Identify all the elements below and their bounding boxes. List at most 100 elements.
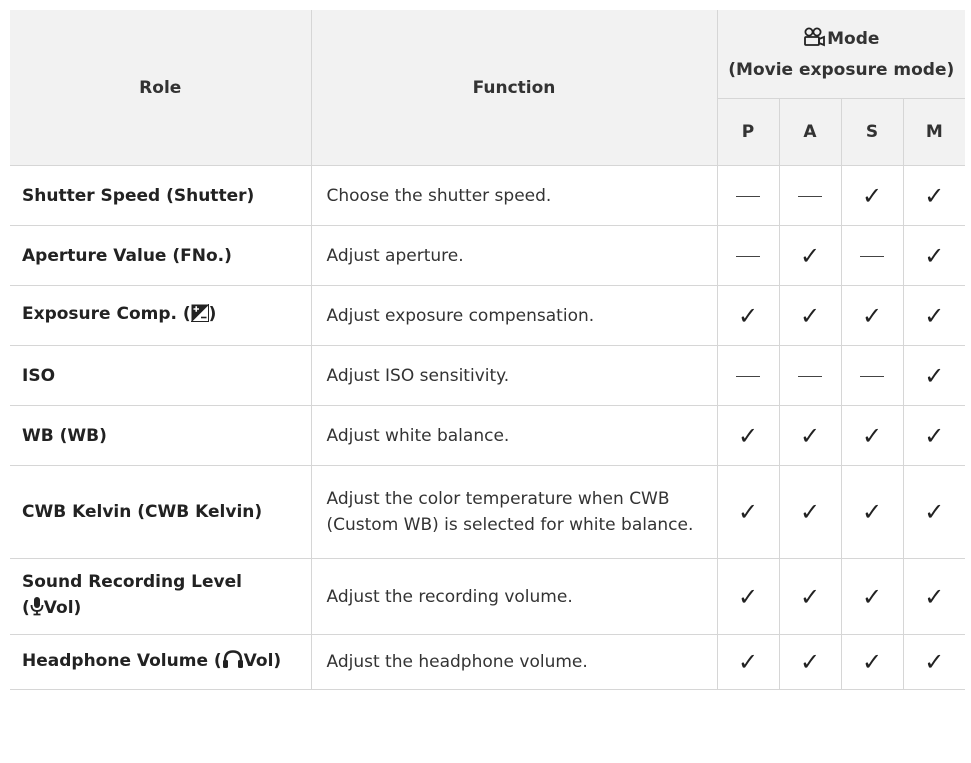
dash-mark: [736, 256, 760, 257]
mode-p-cell: [717, 225, 780, 286]
mode-group-header: Mode (Movie exposure mode): [717, 10, 966, 99]
mode-s-cell: ✓: [841, 465, 904, 559]
check-mark: ✓: [737, 498, 759, 526]
dash-mark: [798, 196, 822, 197]
dash-mark: [736, 376, 760, 377]
function-column-header: Function: [311, 10, 718, 166]
table-row: Exposure Comp. ( ) Adjust exposure compe…: [10, 285, 966, 346]
check-mark: ✓: [737, 582, 759, 611]
mode-p-cell: [717, 165, 780, 226]
function-cell: Adjust the recording volume.: [311, 558, 718, 635]
mode-p-header: P: [717, 98, 780, 166]
mode-p-cell: ✓: [717, 405, 780, 466]
role-text: Vol): [43, 598, 82, 618]
mode-m-cell: ✓: [903, 405, 966, 466]
check-mark: ✓: [799, 301, 821, 330]
role-text: ): [208, 304, 217, 324]
mode-p-cell: ✓: [717, 558, 780, 635]
mode-a-cell: ✓: [779, 405, 842, 466]
mode-s-cell: ✓: [841, 165, 904, 226]
table-row: Aperture Value (FNo.) Adjust aperture. ✓…: [10, 225, 966, 286]
function-cell: Adjust aperture.: [311, 225, 718, 286]
role-column-header: Role: [10, 10, 312, 166]
mode-m-cell: ✓: [903, 165, 966, 226]
mode-m-cell: ✓: [903, 225, 966, 286]
check-mark: ✓: [799, 421, 821, 450]
mode-m-cell: ✓: [903, 465, 966, 559]
mode-s-cell: ✓: [841, 285, 904, 346]
table-row: Headphone Volume ( Vol) Adjust the headp…: [10, 634, 966, 690]
role-cell: CWB Kelvin (CWB Kelvin): [10, 465, 312, 559]
check-mark: ✓: [861, 421, 883, 450]
mode-a-cell: ✓: [779, 225, 842, 286]
mode-header-subtitle: (Movie exposure mode): [728, 59, 955, 80]
role-cell: Shutter Speed (Shutter): [10, 165, 312, 226]
role-cell: ISO: [10, 345, 312, 406]
mode-a-cell: ✓: [779, 285, 842, 346]
mode-m-cell: ✓: [903, 285, 966, 346]
check-mark: ✓: [799, 241, 821, 270]
role-cell: Headphone Volume ( Vol): [10, 634, 312, 690]
role-cell: Sound Recording Level ( Vol): [10, 558, 312, 635]
mode-m-header: M: [903, 98, 966, 166]
mode-p-cell: ✓: [717, 634, 780, 690]
check-mark: ✓: [861, 181, 883, 210]
check-mark: ✓: [924, 648, 945, 676]
function-cell: Adjust the headphone volume.: [311, 634, 718, 690]
function-cell: Adjust white balance.: [311, 405, 718, 466]
table-row: ISO Adjust ISO sensitivity. ✓: [10, 345, 966, 406]
role-function-table: Role Function Mode (Movie exposure mode): [10, 10, 966, 690]
role-cell: Exposure Comp. ( ): [10, 285, 312, 346]
function-cell: Adjust ISO sensitivity.: [311, 345, 718, 406]
mode-m-cell: ✓: [903, 634, 966, 690]
role-text: (: [22, 598, 30, 618]
mode-m-cell: ✓: [903, 345, 966, 406]
check-mark: ✓: [924, 301, 945, 330]
dash-mark: [736, 196, 760, 197]
exposure-compensation-icon: [189, 303, 209, 330]
dash-mark: [798, 376, 822, 377]
check-mark: ✓: [924, 241, 945, 270]
mode-a-cell: ✓: [779, 465, 842, 559]
mode-p-cell: ✓: [717, 285, 780, 346]
mode-s-cell: ✓: [841, 405, 904, 466]
movie-camera-icon: [803, 27, 826, 56]
table-row: WB (WB) Adjust white balance. ✓ ✓ ✓ ✓: [10, 405, 966, 466]
role-cell: WB (WB): [10, 405, 312, 466]
check-mark: ✓: [737, 421, 759, 450]
check-mark: ✓: [799, 648, 821, 676]
table-row: Sound Recording Level ( Vol) Adjust the …: [10, 558, 966, 635]
microphone-icon: [30, 596, 44, 624]
check-mark: ✓: [924, 361, 945, 390]
headphone-icon: [222, 649, 244, 677]
dash-mark: [860, 256, 884, 257]
mode-header-label: Mode: [827, 28, 880, 49]
check-mark: ✓: [861, 582, 883, 611]
dash-mark: [860, 376, 884, 377]
table-row: CWB Kelvin (CWB Kelvin) Adjust the color…: [10, 465, 966, 559]
check-mark: ✓: [861, 648, 883, 676]
role-text: Sound Recording Level: [22, 572, 242, 592]
role-text: Headphone Volume (: [22, 650, 222, 671]
mode-s-cell: ✓: [841, 634, 904, 690]
check-mark: ✓: [861, 301, 883, 330]
check-mark: ✓: [799, 582, 821, 611]
function-cell: Choose the shutter speed.: [311, 165, 718, 226]
table-row: Shutter Speed (Shutter) Choose the shutt…: [10, 165, 966, 226]
role-text: Vol): [243, 650, 282, 671]
mode-p-cell: [717, 345, 780, 406]
mode-s-cell: [841, 225, 904, 286]
mode-s-cell: ✓: [841, 558, 904, 635]
check-mark: ✓: [924, 582, 945, 611]
mode-a-cell: ✓: [779, 634, 842, 690]
check-mark: ✓: [799, 498, 821, 526]
mode-p-cell: ✓: [717, 465, 780, 559]
mode-m-cell: ✓: [903, 558, 966, 635]
function-cell: Adjust the color temperature when CWB (C…: [311, 465, 718, 559]
check-mark: ✓: [737, 301, 759, 330]
mode-a-cell: [779, 165, 842, 226]
role-cell: Aperture Value (FNo.): [10, 225, 312, 286]
check-mark: ✓: [737, 648, 759, 676]
mode-s-cell: [841, 345, 904, 406]
mode-a-header: A: [779, 98, 842, 166]
